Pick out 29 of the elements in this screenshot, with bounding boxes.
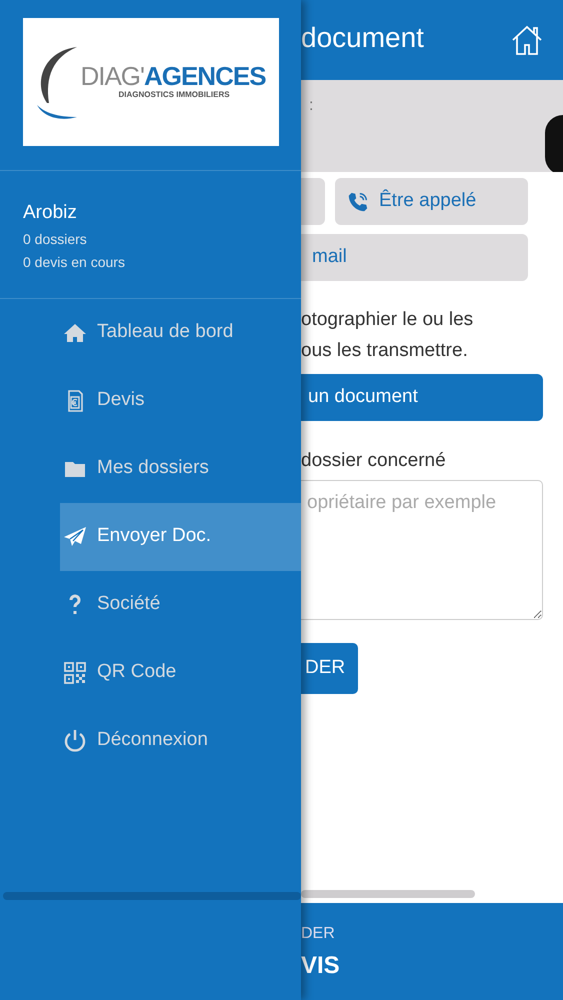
submit-button[interactable]: DER (301, 642, 358, 694)
paper-plane-icon (63, 524, 87, 548)
upload-button[interactable]: un document (301, 374, 543, 421)
menu-item[interactable]: QR Code (60, 638, 301, 706)
logo-wordmark: DIAG'AGENCES (80, 63, 266, 89)
phone-icon (347, 190, 369, 212)
footer-title: VIS (301, 953, 341, 979)
instructions: otographier le ou les ous les transmettre. (301, 308, 474, 363)
user-stat: 0 dossiers (23, 230, 88, 248)
avatar (545, 115, 563, 172)
page-title: document (301, 21, 424, 55)
user-stat: 0 devis en cours (23, 252, 126, 272)
field-label: dossier concerné (301, 449, 447, 473)
menu-item[interactable]: Devis (60, 366, 301, 434)
call-button[interactable]: Être appelé (335, 178, 528, 225)
home-icon[interactable] (511, 24, 543, 56)
menu-item[interactable]: Envoyer Doc. (60, 502, 301, 570)
menu-item[interactable]: Mes dossiers (60, 434, 301, 502)
banner-text: : (309, 97, 314, 114)
menu-item[interactable]: Société (60, 570, 301, 638)
logo-tagline: DIAGNOSTICS IMMOBILIERS (118, 89, 230, 101)
text-area[interactable]: opriétaire par exemple (301, 480, 543, 620)
menu-item[interactable]: Déconnexion (60, 706, 301, 774)
mail-button[interactable]: mail (301, 234, 528, 281)
menu-item[interactable]: Tableau de bord (60, 298, 301, 366)
footer-caption: DER (301, 924, 336, 944)
user-name: Arobiz (23, 201, 78, 225)
qr-code-icon (63, 660, 87, 684)
power-icon (63, 728, 87, 752)
